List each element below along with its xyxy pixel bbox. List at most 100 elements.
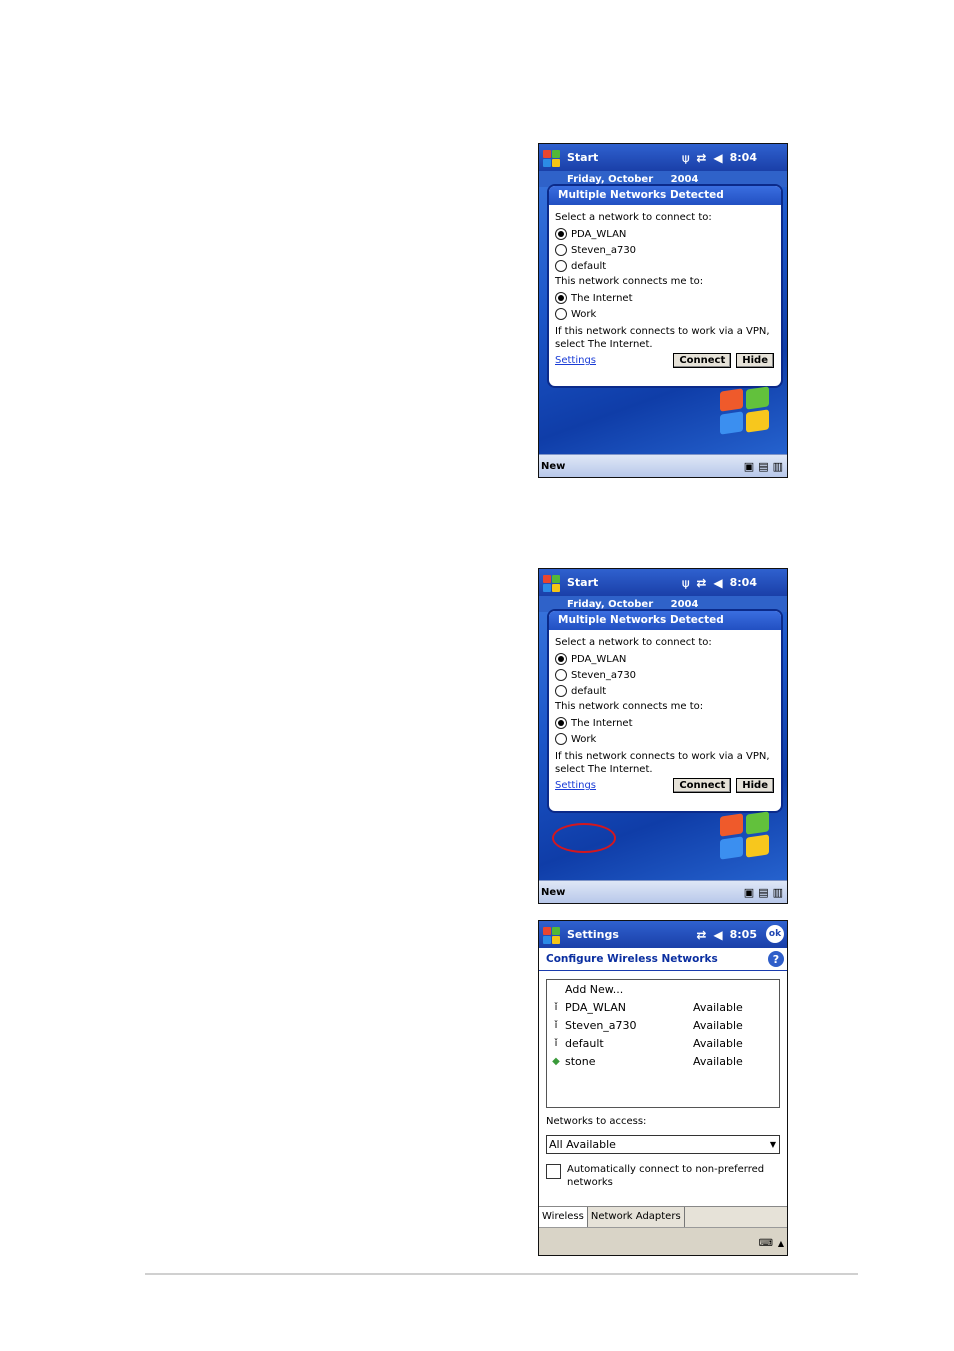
network-option[interactable]: Steven_a730 [555,242,776,258]
radio-selected-icon[interactable] [555,653,567,665]
network-name: Steven_a730 [565,1018,637,1032]
radio-icon[interactable] [555,260,567,272]
add-new-label: Add New... [565,982,624,996]
sync-tray-icon[interactable]: ▤ [758,460,768,473]
antenna-icon: ǐ [554,1037,558,1049]
menu-bar: New ▣ ▤ ▥ [539,880,787,903]
navigation-bar: Start ⍦ ⇄ ◀ 8:04 [539,569,787,596]
radio-selected-icon[interactable] [555,292,567,304]
volume-icon[interactable]: ◀ [713,152,722,164]
clock[interactable]: 8:05 [730,928,757,941]
radio-icon[interactable] [555,244,567,256]
ok-button[interactable]: ok [766,925,784,943]
destination-option[interactable]: Work [555,731,776,747]
destination-label: The Internet [571,292,633,304]
status-tray: ⍦ ⇄ ◀ 8:04 [682,569,757,596]
network-status: Available [693,1036,743,1050]
hide-button[interactable]: Hide [736,778,774,793]
network-tray-icon[interactable]: ▣ [744,886,754,899]
antenna-icon: ǐ [554,1001,558,1013]
windows-flag-icon[interactable] [542,925,562,945]
list-item[interactable]: ǐ PDA_WLAN Available [547,998,779,1016]
keyboard-icon[interactable]: ⌨ [759,1238,773,1249]
input-panel-arrow-icon[interactable]: ▲ [778,1239,784,1248]
notification-bubble: Multiple Networks Detected Select a netw… [547,184,783,388]
new-menu[interactable]: New [541,461,565,472]
computer-network-icon: ◆ [552,1055,560,1067]
destination-option[interactable]: Work [555,306,776,322]
connects-prompt: This network connects me to: [555,701,704,712]
select-network-prompt: Select a network to connect to: [555,637,712,648]
vpn-note: If this network connects to work via a V… [555,751,770,775]
connect-button[interactable]: Connect [673,778,732,793]
radio-icon[interactable] [555,685,567,697]
tab-network-adapters[interactable]: Network Adapters [588,1207,685,1227]
new-menu[interactable]: New [541,887,565,898]
network-status: Available [693,1000,743,1014]
navigation-bar: Settings ⇄ ◀ 8:05 ok [539,921,787,948]
vpn-note: If this network connects to work via a V… [555,326,770,350]
windows-flag-icon[interactable] [542,573,562,593]
add-new-item[interactable]: Add New... [547,980,779,998]
windows-flag-icon[interactable] [542,148,562,168]
battery-tray-icon[interactable]: ▥ [773,460,783,473]
network-name: default [565,1036,604,1050]
network-label: PDA_WLAN [571,653,627,665]
battery-tray-icon[interactable]: ▥ [773,886,783,899]
destination-option[interactable]: The Internet [555,715,776,731]
tab-wireless[interactable]: Wireless [539,1207,588,1227]
antenna-icon: ǐ [554,1019,558,1031]
radio-icon[interactable] [555,733,567,745]
wireless-antenna-icon[interactable]: ⍦ [682,152,689,164]
radio-selected-icon[interactable] [555,717,567,729]
auto-connect-label: Automatically connect to non-preferred n… [567,1164,765,1188]
auto-connect-option[interactable]: Automatically connect to non-preferred n… [546,1163,767,1189]
navigation-bar: Start ⍦ ⇄ ◀ 8:04 [539,144,787,171]
start-menu-label[interactable]: Start [567,576,598,589]
connects-prompt: This network connects me to: [555,276,704,287]
list-item[interactable]: ◆ stone Available [547,1052,779,1070]
connectivity-icon[interactable]: ⇄ [696,152,706,164]
network-tray-icon[interactable]: ▣ [744,460,754,473]
wireless-antenna-icon[interactable]: ⍦ [682,577,689,589]
list-item[interactable]: ǐ default Available [547,1034,779,1052]
radio-selected-icon[interactable] [555,228,567,240]
network-label: Steven_a730 [571,669,637,681]
network-option[interactable]: PDA_WLAN [555,226,776,242]
network-option[interactable]: PDA_WLAN [555,651,776,667]
start-menu-label[interactable]: Start [567,151,598,164]
network-status: Available [693,1054,743,1068]
destination-option[interactable]: The Internet [555,290,776,306]
clock[interactable]: 8:04 [730,576,757,589]
auto-connect-checkbox[interactable] [546,1164,561,1179]
menu-bar: New ▣ ▤ ▥ [539,454,787,477]
connectivity-icon[interactable]: ⇄ [696,577,706,589]
dropdown-arrow-icon[interactable]: ▼ [770,1140,776,1149]
screenshot-multiple-networks: Start ⍦ ⇄ ◀ 8:04 Friday, October 2004 Mu… [538,143,788,478]
network-list[interactable]: Add New... ǐ PDA_WLAN Available ǐ Steven_a7… [546,979,780,1108]
settings-link[interactable]: Settings [555,780,596,791]
hide-button[interactable]: Hide [736,353,774,368]
settings-link[interactable]: Settings [555,355,596,366]
connect-button[interactable]: Connect [673,353,732,368]
volume-icon[interactable]: ◀ [713,929,722,941]
network-option[interactable]: default [555,258,776,274]
page-title: Configure Wireless Networks [546,953,718,965]
destination-label: The Internet [571,717,633,729]
bubble-title: Multiple Networks Detected [549,611,781,630]
volume-icon[interactable]: ◀ [713,577,722,589]
networks-to-access-select[interactable]: All Available ▼ [546,1135,780,1154]
help-icon[interactable]: ? [768,951,784,967]
connectivity-icon[interactable]: ⇄ [696,929,706,941]
clock[interactable]: 8:04 [730,151,757,164]
network-option[interactable]: Steven_a730 [555,667,776,683]
highlight-circle [552,823,616,853]
screenshot-multiple-networks-settings-highlight: Start ⍦ ⇄ ◀ 8:04 Friday, October 2004 Mu… [538,568,788,904]
destination-label: Work [571,308,597,320]
radio-icon[interactable] [555,669,567,681]
sync-tray-icon[interactable]: ▤ [758,886,768,899]
network-option[interactable]: default [555,683,776,699]
radio-icon[interactable] [555,308,567,320]
list-item[interactable]: ǐ Steven_a730 Available [547,1016,779,1034]
network-label: PDA_WLAN [571,228,627,240]
